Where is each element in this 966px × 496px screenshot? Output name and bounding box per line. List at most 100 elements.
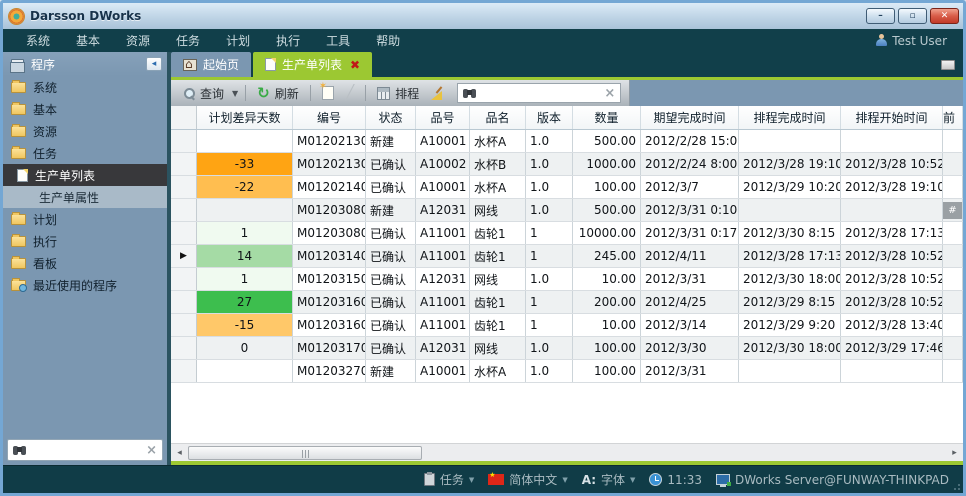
- cell-col-2[interactable]: 已确认: [366, 245, 416, 267]
- menu-item-4[interactable]: 计划: [213, 32, 263, 49]
- cell-col-6[interactable]: 245.00: [573, 245, 641, 267]
- cell-partial[interactable]: [943, 337, 963, 359]
- cell-col-2[interactable]: 已确认: [366, 314, 416, 336]
- row-marker-cell[interactable]: [171, 199, 197, 221]
- cell-col-1[interactable]: M012031601: [293, 291, 366, 313]
- user-area[interactable]: Test User: [876, 34, 953, 48]
- sidebar-item-1[interactable]: 基本: [3, 98, 167, 120]
- cell-col-6[interactable]: 500.00: [573, 130, 641, 152]
- menu-item-7[interactable]: 帮助: [363, 32, 413, 49]
- row-marker-cell[interactable]: [171, 130, 197, 152]
- cell-col-4[interactable]: 齿轮1: [470, 222, 526, 244]
- table-row[interactable]: M012021301新建A10001水杯A1.0500.002012/2/28 …: [171, 130, 963, 153]
- cell-partial[interactable]: [943, 268, 963, 290]
- cell-diff-days[interactable]: 1: [197, 222, 293, 244]
- sidebar-item-3[interactable]: 任务: [3, 142, 167, 164]
- cell-col-3[interactable]: A10002: [416, 153, 470, 175]
- cell-col-7[interactable]: 2012/3/7: [641, 176, 739, 198]
- cell-col-1[interactable]: M012030802: [293, 222, 366, 244]
- cell-col-5[interactable]: 1: [526, 222, 573, 244]
- cell-col-9[interactable]: 2012/3/28 19:10: [841, 176, 943, 198]
- toolbar-filter-clear-icon[interactable]: [604, 87, 615, 100]
- cell-col-3[interactable]: A12031: [416, 199, 470, 221]
- sidebar-item-7[interactable]: 执行: [3, 230, 167, 252]
- cell-col-2[interactable]: 已确认: [366, 153, 416, 175]
- column-header-7[interactable]: 期望完成时间: [641, 106, 739, 129]
- cell-diff-days[interactable]: -22: [197, 176, 293, 198]
- resize-grip-icon[interactable]: [951, 481, 961, 491]
- cell-col-4[interactable]: 网线: [470, 268, 526, 290]
- query-button[interactable]: 查询: [179, 83, 228, 104]
- cell-col-6[interactable]: 10000.00: [573, 222, 641, 244]
- table-row[interactable]: -22M012021401已确认A10001水杯A1.0100.002012/3…: [171, 176, 963, 199]
- cell-col-9[interactable]: 2012/3/28 13:40: [841, 314, 943, 336]
- column-header-9[interactable]: 排程开始时间: [841, 106, 943, 129]
- cell-diff-days[interactable]: 1: [197, 268, 293, 290]
- cell-col-7[interactable]: 2012/2/24 8:00: [641, 153, 739, 175]
- cell-col-8[interactable]: 2012/3/28 19:10: [739, 153, 841, 175]
- font-status-item[interactable]: A: 字体: [582, 471, 636, 488]
- cell-partial[interactable]: [943, 130, 963, 152]
- close-button[interactable]: ✕: [930, 8, 959, 24]
- toolbar-filter-input[interactable]: [481, 86, 599, 100]
- cell-col-5[interactable]: 1.0: [526, 360, 573, 382]
- cell-col-5[interactable]: 1: [526, 291, 573, 313]
- sidebar-item-4[interactable]: 生产单列表: [3, 164, 167, 186]
- cell-col-1[interactable]: M012031701: [293, 337, 366, 359]
- cell-col-6[interactable]: 100.00: [573, 176, 641, 198]
- cell-col-7[interactable]: 2012/3/31 0:10: [641, 199, 739, 221]
- language-status-item[interactable]: 简体中文: [488, 471, 567, 488]
- cell-col-4[interactable]: 水杯B: [470, 153, 526, 175]
- horizontal-scrollbar[interactable]: ◂ ▸: [171, 443, 963, 461]
- cell-col-2[interactable]: 已确认: [366, 291, 416, 313]
- column-header-2[interactable]: 状态: [366, 106, 416, 129]
- table-row[interactable]: 1M012030802已确认A11001齿轮1110000.002012/3/3…: [171, 222, 963, 245]
- cell-partial[interactable]: [943, 360, 963, 382]
- cell-col-9[interactable]: 2012/3/28 17:13: [841, 222, 943, 244]
- cell-col-1[interactable]: M012032701: [293, 360, 366, 382]
- font-dropdown-icon[interactable]: [630, 476, 635, 484]
- table-row[interactable]: 0M012031701已确认A12031网线1.0100.002012/3/30…: [171, 337, 963, 360]
- row-marker-cell[interactable]: [171, 337, 197, 359]
- cell-col-7[interactable]: 2012/3/31: [641, 268, 739, 290]
- cell-partial[interactable]: #: [943, 199, 963, 221]
- cell-col-8[interactable]: 2012/3/29 8:15: [739, 291, 841, 313]
- cell-col-6[interactable]: 1000.00: [573, 153, 641, 175]
- cell-col-3[interactable]: A10001: [416, 130, 470, 152]
- cell-col-1[interactable]: M012031602: [293, 314, 366, 336]
- cell-diff-days[interactable]: 0: [197, 337, 293, 359]
- cell-partial[interactable]: [943, 176, 963, 198]
- row-marker-cell[interactable]: [171, 291, 197, 313]
- cell-col-6[interactable]: 200.00: [573, 291, 641, 313]
- cell-col-7[interactable]: 2012/3/14: [641, 314, 739, 336]
- column-header-3[interactable]: 品号: [416, 106, 470, 129]
- cell-col-2[interactable]: 新建: [366, 130, 416, 152]
- cell-col-5[interactable]: 1.0: [526, 153, 573, 175]
- cell-col-1[interactable]: M012021302: [293, 153, 366, 175]
- cell-col-3[interactable]: A11001: [416, 291, 470, 313]
- scroll-right-icon[interactable]: ▸: [946, 445, 963, 461]
- row-marker-cell[interactable]: [171, 268, 197, 290]
- cell-col-2[interactable]: 已确认: [366, 268, 416, 290]
- sidebar-item-6[interactable]: 计划: [3, 208, 167, 230]
- cell-col-8[interactable]: [739, 130, 841, 152]
- schedule-button[interactable]: 排程: [373, 83, 423, 104]
- cell-col-5[interactable]: 1.0: [526, 176, 573, 198]
- cell-diff-days[interactable]: [197, 199, 293, 221]
- cell-col-3[interactable]: A10001: [416, 176, 470, 198]
- cell-col-9[interactable]: 2012/3/28 10:52: [841, 268, 943, 290]
- row-marker-cell[interactable]: [171, 222, 197, 244]
- toolbar-filter-box[interactable]: [457, 83, 621, 103]
- cell-col-8[interactable]: 2012/3/30 18:00: [739, 268, 841, 290]
- cell-col-4[interactable]: 网线: [470, 337, 526, 359]
- sidebar-item-5[interactable]: 生产单属性: [3, 186, 167, 208]
- clean-button[interactable]: [427, 84, 449, 102]
- cell-col-1[interactable]: M012030801: [293, 199, 366, 221]
- table-row[interactable]: M012030801新建A12031网线1.0500.002012/3/31 0…: [171, 199, 963, 222]
- cell-diff-days[interactable]: 14: [197, 245, 293, 267]
- row-marker-cell[interactable]: [171, 360, 197, 382]
- cell-diff-days[interactable]: -33: [197, 153, 293, 175]
- cell-col-7[interactable]: 2012/2/28 15:00: [641, 130, 739, 152]
- cell-partial[interactable]: [943, 314, 963, 336]
- cell-col-4[interactable]: 水杯A: [470, 176, 526, 198]
